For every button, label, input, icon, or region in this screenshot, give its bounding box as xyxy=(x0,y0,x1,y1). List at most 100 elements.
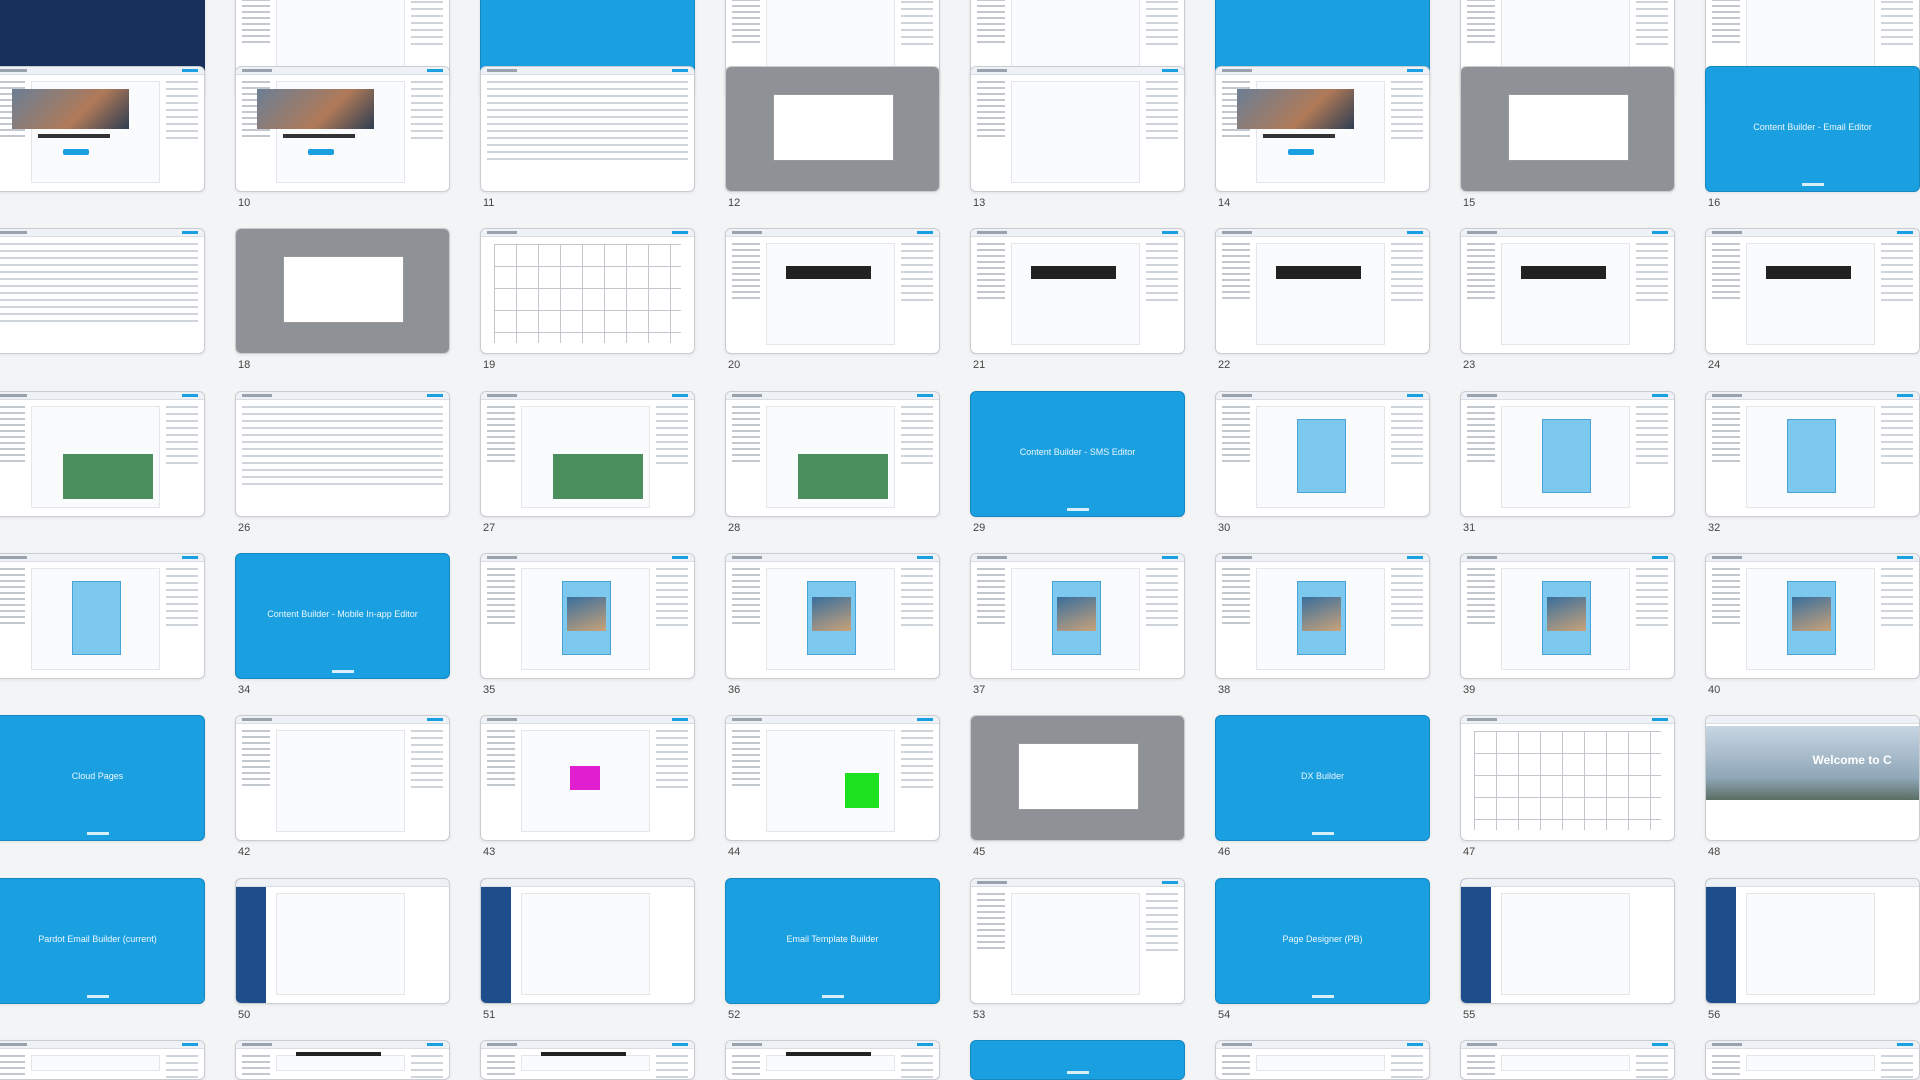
editor-canvas xyxy=(276,1055,405,1071)
slide-thumbnail[interactable]: Cloud Pages xyxy=(0,715,205,841)
app-header xyxy=(726,716,939,724)
slide-thumbnail[interactable] xyxy=(1215,66,1430,192)
slide-thumbnail[interactable] xyxy=(1705,878,1920,1004)
slide-thumbnail[interactable] xyxy=(0,66,205,192)
green-content-block xyxy=(798,454,888,499)
slide-thumbnail[interactable] xyxy=(235,66,450,192)
slide-thumbnail[interactable] xyxy=(1215,553,1430,679)
properties-panel xyxy=(166,406,198,469)
phone-preview xyxy=(1541,419,1591,494)
editor-canvas xyxy=(31,1055,160,1071)
slide-thumbnail[interactable] xyxy=(235,228,450,354)
slide-thumbnail[interactable]: Page Designer (PB) xyxy=(1215,878,1430,1004)
left-panel xyxy=(1712,0,1740,47)
side-navbar xyxy=(481,879,511,1003)
slide-thumbnail[interactable] xyxy=(725,553,940,679)
left-panel xyxy=(977,243,1005,303)
slide-thumbnail[interactable]: Pardot Email Builder (current) xyxy=(0,878,205,1004)
properties-panel xyxy=(901,0,933,50)
slide-thumbnail[interactable] xyxy=(725,228,940,354)
slide-thumbnail[interactable]: DX Builder xyxy=(1215,715,1430,841)
slide-thumbnail[interactable] xyxy=(725,1040,940,1080)
slide-thumbnail[interactable] xyxy=(235,715,450,841)
properties-panel xyxy=(1146,893,1178,956)
app-title-bar xyxy=(487,69,517,72)
slide-number: 42 xyxy=(238,846,251,858)
slide-thumbnail[interactable]: Email Template Builder xyxy=(725,878,940,1004)
slide-thumbnail[interactable] xyxy=(970,878,1185,1004)
slide-number: 51 xyxy=(483,1009,496,1021)
slide-thumbnail[interactable] xyxy=(1215,1040,1430,1080)
slide-thumbnail[interactable] xyxy=(0,1040,205,1080)
app-header xyxy=(971,229,1184,237)
slide-thumbnail[interactable] xyxy=(1705,228,1920,354)
slide-thumbnail[interactable] xyxy=(1460,553,1675,679)
hero-heading xyxy=(1262,133,1336,138)
slide-thumbnail[interactable] xyxy=(970,66,1185,192)
slide-thumbnail[interactable] xyxy=(970,1040,1185,1080)
properties-panel xyxy=(411,0,443,50)
slide-thumbnail[interactable] xyxy=(1460,66,1675,192)
slide-thumbnail[interactable] xyxy=(0,553,205,679)
slide-thumbnail[interactable] xyxy=(970,553,1185,679)
slide-thumbnail[interactable] xyxy=(235,878,450,1004)
app-header xyxy=(1461,879,1674,887)
left-panel xyxy=(242,0,270,47)
slide-thumbnail[interactable] xyxy=(725,391,940,517)
slide-number: 52 xyxy=(728,1009,741,1021)
left-panel xyxy=(1467,243,1495,303)
slide-thumbnail[interactable] xyxy=(1460,1040,1675,1080)
app-title-bar xyxy=(487,556,517,559)
slide-thumbnail[interactable] xyxy=(235,1040,450,1080)
header-action xyxy=(1407,556,1423,559)
slide-thumbnail[interactable] xyxy=(1215,228,1430,354)
slide-thumbnail[interactable] xyxy=(725,66,940,192)
hero-heading xyxy=(37,133,111,138)
left-panel xyxy=(732,0,760,47)
slide-thumbnail[interactable] xyxy=(1460,228,1675,354)
left-panel xyxy=(1712,1055,1740,1079)
left-panel xyxy=(487,406,515,466)
slide-grid: 2345678101112131415Content Builder - Ema… xyxy=(0,0,1920,1080)
left-panel xyxy=(1467,406,1495,466)
slide-thumbnail[interactable] xyxy=(970,715,1185,841)
slide-thumbnail[interactable]: Welcome to C xyxy=(1705,715,1920,841)
slide-number: 39 xyxy=(1463,684,1476,696)
slide-number: 40 xyxy=(1708,684,1721,696)
slide-thumbnail[interactable] xyxy=(0,228,205,354)
app-title-bar xyxy=(1467,1043,1497,1046)
slide-thumbnail[interactable]: Content Builder - Email Editor xyxy=(1705,66,1920,192)
slide-thumbnail[interactable] xyxy=(1460,715,1675,841)
slide-thumbnail[interactable] xyxy=(0,391,205,517)
phone-preview xyxy=(1786,581,1836,656)
app-header xyxy=(1706,716,1919,724)
slide-thumbnail[interactable] xyxy=(480,228,695,354)
data-table xyxy=(487,81,688,185)
slide-thumbnail[interactable]: Content Builder - SMS Editor xyxy=(970,391,1185,517)
editor-canvas xyxy=(1746,1055,1875,1071)
slide-thumbnail[interactable] xyxy=(725,715,940,841)
slide-thumbnail[interactable] xyxy=(480,715,695,841)
slide-thumbnail[interactable] xyxy=(480,391,695,517)
side-navbar xyxy=(1706,879,1736,1003)
slide-thumbnail[interactable] xyxy=(970,228,1185,354)
hero-image xyxy=(257,89,375,129)
left-panel xyxy=(977,81,1005,141)
slide-thumbnail[interactable] xyxy=(480,553,695,679)
slide-thumbnail[interactable] xyxy=(235,391,450,517)
slide-thumbnail[interactable] xyxy=(480,1040,695,1080)
header-action xyxy=(672,394,688,397)
slide-thumbnail[interactable] xyxy=(480,878,695,1004)
slide-thumbnail[interactable] xyxy=(1705,553,1920,679)
slide-thumbnail[interactable] xyxy=(1705,1040,1920,1080)
slide-thumbnail[interactable] xyxy=(1460,391,1675,517)
slide-number: 46 xyxy=(1218,846,1231,858)
slide-thumbnail[interactable] xyxy=(1705,391,1920,517)
slide-number: 37 xyxy=(973,684,986,696)
slide-thumbnail[interactable] xyxy=(480,66,695,192)
app-header xyxy=(1706,392,1919,400)
slide-thumbnail[interactable]: Content Builder - Mobile In-app Editor xyxy=(235,553,450,679)
slide-thumbnail[interactable] xyxy=(1460,878,1675,1004)
app-title-bar xyxy=(0,556,27,559)
slide-thumbnail[interactable] xyxy=(1215,391,1430,517)
